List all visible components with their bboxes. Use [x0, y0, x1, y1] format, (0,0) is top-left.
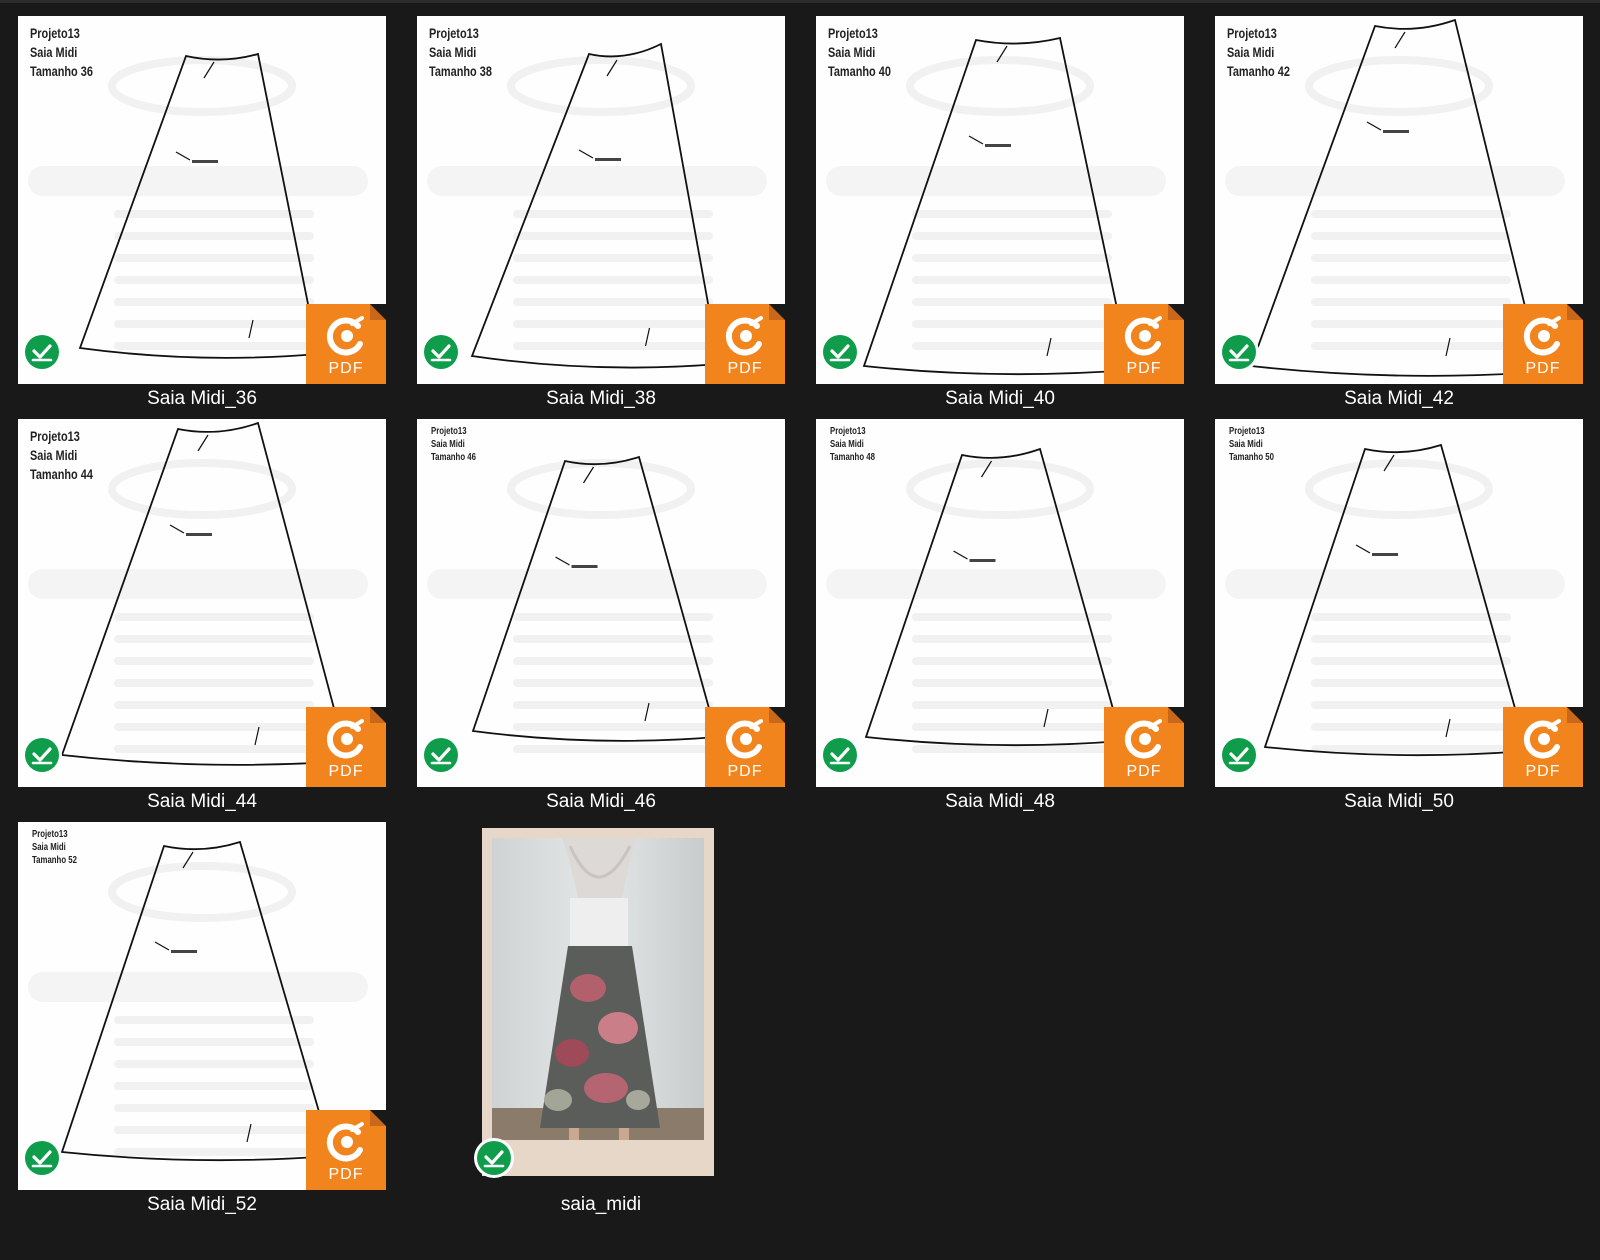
pdf-thumbnail: Projeto13 Saia Midi Tamanho 52 PDF	[18, 822, 386, 1190]
pdf-thumbnail: Projeto13 Saia Midi Tamanho 48 PDF	[816, 419, 1184, 787]
pdf-label: PDF	[328, 1166, 364, 1183]
pattern-header-line: Saia Midi	[1227, 44, 1275, 60]
pdf-thumbnail: Projeto13 Saia Midi Tamanho 50 PDF	[1215, 419, 1583, 787]
pattern-header-text: Projeto13 Saia Midi Tamanho 38	[429, 24, 492, 81]
pattern-header-line: Tamanho 50	[1229, 452, 1274, 463]
file-item[interactable]: Projeto13 Saia Midi Tamanho 42 PDF Saia Mid…	[1215, 16, 1583, 418]
pdf-thumbnail: Projeto13 Saia Midi Tamanho 40 PDF	[816, 16, 1184, 384]
image-thumbnail	[474, 828, 714, 1178]
pattern-header-text: Projeto13 Saia Midi Tamanho 46	[431, 425, 476, 464]
pattern-header-line: Tamanho 42	[1227, 63, 1290, 79]
pdf-icon: PDF	[306, 304, 386, 384]
check-circle-icon	[22, 735, 62, 775]
pdf-thumbnail: Projeto13 Saia Midi Tamanho 38 PDF	[417, 16, 785, 384]
pdf-thumbnail: Projeto13 Saia Midi Tamanho 42 PDF	[1215, 16, 1583, 384]
window-top-border	[0, 0, 1600, 3]
pdf-label: PDF	[1525, 763, 1561, 780]
file-name: Saia Midi_40	[945, 388, 1055, 409]
check-circle-icon	[22, 332, 62, 372]
pattern-header-line: Tamanho 46	[431, 452, 476, 463]
file-name: Saia Midi_42	[1344, 388, 1454, 409]
pattern-header-line: Saia Midi	[1229, 439, 1263, 450]
pattern-header-line: Projeto13	[1229, 426, 1265, 437]
file-name: Saia Midi_44	[147, 791, 257, 812]
skirt-photo	[492, 838, 704, 1140]
pattern-header-line: Projeto13	[830, 426, 866, 437]
pattern-header-text: Projeto13 Saia Midi Tamanho 40	[828, 24, 891, 81]
check-circle-icon	[421, 332, 461, 372]
file-name: Saia Midi_50	[1344, 791, 1454, 812]
pattern-header-line: Projeto13	[429, 25, 479, 41]
pattern-header-text: Projeto13 Saia Midi Tamanho 52	[32, 828, 77, 867]
pdf-label: PDF	[328, 763, 364, 780]
pdf-label: PDF	[1126, 763, 1162, 780]
pattern-header-line: Projeto13	[30, 25, 80, 41]
pdf-label: PDF	[1126, 360, 1162, 377]
pattern-header-line: Saia Midi	[431, 439, 465, 450]
check-circle-icon	[421, 735, 461, 775]
pattern-header-line: Saia Midi	[828, 44, 876, 60]
pdf-thumbnail: Projeto13 Saia Midi Tamanho 46 PDF	[417, 419, 785, 787]
check-circle-icon	[1219, 735, 1259, 775]
pattern-header-line: Saia Midi	[30, 44, 78, 60]
pdf-label: PDF	[727, 360, 763, 377]
pdf-thumbnail: Projeto13 Saia Midi Tamanho 44 PDF	[18, 419, 386, 787]
check-circle-icon	[22, 1138, 62, 1178]
pattern-header-line: Tamanho 44	[30, 466, 93, 482]
pdf-label: PDF	[727, 763, 763, 780]
file-item[interactable]: Projeto13 Saia Midi Tamanho 50 PDF Saia Mid…	[1215, 419, 1583, 821]
file-name: Saia Midi_38	[546, 388, 656, 409]
file-name: Saia Midi_52	[147, 1194, 257, 1215]
file-item[interactable]: Projeto13 Saia Midi Tamanho 44 PDF Saia Mid…	[18, 419, 386, 821]
pattern-header-line: Saia Midi	[830, 439, 864, 450]
check-circle-icon	[820, 332, 860, 372]
check-circle-icon	[820, 735, 860, 775]
pattern-header-line: Saia Midi	[32, 842, 66, 853]
pdf-icon: PDF	[705, 707, 785, 787]
pattern-header-text: Projeto13 Saia Midi Tamanho 44	[30, 427, 93, 484]
pdf-icon: PDF	[705, 304, 785, 384]
pattern-header-text: Projeto13 Saia Midi Tamanho 42	[1227, 24, 1290, 81]
pattern-header-text: Projeto13 Saia Midi Tamanho 50	[1229, 425, 1274, 464]
pattern-header-line: Tamanho 38	[429, 63, 492, 79]
pdf-label: PDF	[1525, 360, 1561, 377]
pattern-header-line: Tamanho 52	[32, 855, 77, 866]
check-circle-icon	[474, 1138, 514, 1178]
file-name: Saia Midi_36	[147, 388, 257, 409]
check-circle-icon	[1219, 332, 1259, 372]
file-item[interactable]: Projeto13 Saia Midi Tamanho 40 PDF Saia Mid…	[816, 16, 1184, 418]
file-name: Saia Midi_48	[945, 791, 1055, 812]
pattern-header-line: Projeto13	[1227, 25, 1277, 41]
pdf-icon: PDF	[306, 1110, 386, 1190]
file-name: Saia Midi_46	[546, 791, 656, 812]
file-item[interactable]: Projeto13 Saia Midi Tamanho 48 PDF Saia Mid…	[816, 419, 1184, 821]
pattern-header-line: Tamanho 48	[830, 452, 875, 463]
pdf-thumbnail: Projeto13 Saia Midi Tamanho 36 PDF	[18, 16, 386, 384]
pdf-icon: PDF	[1104, 707, 1184, 787]
file-item[interactable]: Projeto13 Saia Midi Tamanho 52 PDF Saia Mid…	[18, 822, 386, 1224]
file-item[interactable]: Projeto13 Saia Midi Tamanho 38 PDF Saia Mid…	[417, 16, 785, 418]
pattern-header-text: Projeto13 Saia Midi Tamanho 36	[30, 24, 93, 81]
pattern-header-line: Saia Midi	[30, 447, 78, 463]
pattern-header-line: Projeto13	[828, 25, 878, 41]
pdf-icon: PDF	[1503, 707, 1583, 787]
pdf-icon: PDF	[306, 707, 386, 787]
file-item[interactable]: Projeto13 Saia Midi Tamanho 46 PDF Saia Mid…	[417, 419, 785, 821]
pattern-header-text: Projeto13 Saia Midi Tamanho 48	[830, 425, 875, 464]
pattern-header-line: Saia Midi	[429, 44, 477, 60]
pdf-icon: PDF	[1104, 304, 1184, 384]
pattern-header-line: Tamanho 40	[828, 63, 891, 79]
file-item[interactable]: Projeto13 Saia Midi Tamanho 36 PDF Saia Mid…	[18, 16, 386, 418]
file-name: saia_midi	[560, 1194, 642, 1215]
pdf-icon: PDF	[1503, 304, 1583, 384]
pattern-header-line: Projeto13	[32, 829, 68, 840]
pdf-label: PDF	[328, 360, 364, 377]
pattern-header-line: Projeto13	[30, 428, 80, 444]
pattern-header-line: Projeto13	[431, 426, 467, 437]
pattern-header-line: Tamanho 36	[30, 63, 93, 79]
